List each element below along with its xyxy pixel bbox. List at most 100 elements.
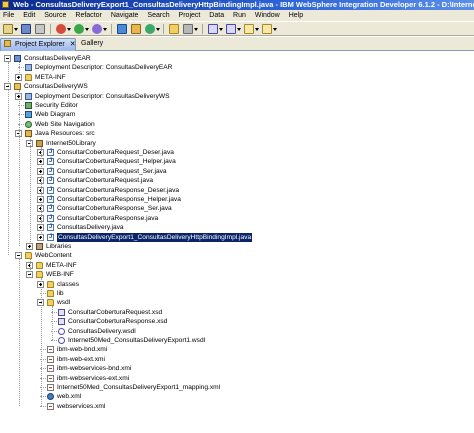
tree-row[interactable]: webservices.xml bbox=[0, 402, 474, 411]
tree-row[interactable]: ibm-web-ext.xmi bbox=[0, 355, 474, 364]
tree-row[interactable]: ConsultarCoberturaResponse_Deser.java bbox=[0, 186, 474, 195]
security-icon bbox=[25, 102, 32, 109]
new-package-icon[interactable] bbox=[130, 24, 141, 34]
annotation-previous-icon[interactable] bbox=[226, 24, 237, 34]
tree-row[interactable]: ConsultasDeliveryWS bbox=[0, 82, 474, 91]
web-xml-icon bbox=[47, 393, 54, 401]
tree-row[interactable]: Deployment Descriptor: ConsultasDelivery… bbox=[0, 63, 474, 72]
tree-row[interactable]: classes bbox=[0, 280, 474, 289]
tree-row[interactable]: ConsultarCoberturaResponse.xsd bbox=[0, 317, 474, 326]
tree-row[interactable]: ConsultasDeliveryEAR bbox=[0, 54, 474, 63]
tree-row[interactable]: Web Site Navigation bbox=[0, 120, 474, 129]
view-tab-strip: Project Explorer ✕ Gallery bbox=[0, 37, 474, 51]
tree-row[interactable]: ConsultasDeliveryExport1_ConsultasDelive… bbox=[0, 231, 474, 243]
tree-row[interactable]: WebContent bbox=[0, 251, 474, 260]
tree-row[interactable]: ConsultarCoberturaResponse.java bbox=[0, 214, 474, 223]
run-icon[interactable] bbox=[73, 24, 84, 34]
tree-guide-line bbox=[18, 90, 20, 246]
forward-dropdown-icon[interactable] bbox=[273, 24, 278, 34]
project-explorer-icon bbox=[4, 40, 11, 47]
tree-row[interactable]: ibm-web-bnd.xmi bbox=[0, 345, 474, 354]
java-file-icon bbox=[47, 167, 54, 176]
folder-icon bbox=[47, 280, 54, 288]
tree-connector bbox=[40, 405, 46, 407]
collapse-icon[interactable] bbox=[4, 55, 11, 62]
tree-row[interactable]: ConsultarCoberturaRequest.java bbox=[0, 176, 474, 185]
tree-guide-line bbox=[7, 90, 9, 256]
project-explorer-tree[interactable]: ConsultasDeliveryEAR Deployment Descripto… bbox=[0, 52, 474, 433]
tab-project-explorer[interactable]: Project Explorer ✕ bbox=[0, 38, 76, 51]
back-icon[interactable] bbox=[244, 24, 255, 34]
tree-row[interactable]: WEB-INF bbox=[0, 270, 474, 279]
tree-row[interactable]: ibm-webservices-ext.xmi bbox=[0, 374, 474, 383]
new-class-dropdown-icon[interactable] bbox=[155, 24, 160, 34]
tree-row[interactable]: ConsultasDelivery.java bbox=[0, 223, 474, 232]
tree-item-label: ConsultarCoberturaResponse_Helper.java bbox=[57, 196, 181, 203]
tree-row[interactable]: META-INF bbox=[0, 73, 474, 82]
tree-row[interactable]: Internet50Med_ConsultasDeliveryExport1.w… bbox=[0, 336, 474, 345]
xml-file-icon bbox=[47, 346, 54, 354]
menu-navigate[interactable]: Navigate bbox=[109, 10, 141, 21]
run-dropdown-icon[interactable] bbox=[84, 24, 89, 34]
open-type-icon[interactable] bbox=[169, 24, 180, 34]
menu-refactor[interactable]: Refactor bbox=[73, 10, 103, 21]
tree-item-label: Deployment Descriptor: ConsultasDelivery… bbox=[35, 92, 170, 100]
new-icon[interactable] bbox=[3, 24, 13, 34]
tree-row[interactable]: ConsultarCoberturaRequest_Deser.java bbox=[0, 148, 474, 157]
tree-row[interactable]: ConsultarCoberturaRequest.xsd bbox=[0, 308, 474, 317]
menu-data[interactable]: Data bbox=[207, 10, 226, 21]
tree-row[interactable]: wsdl bbox=[0, 298, 474, 307]
collapse-icon[interactable] bbox=[15, 252, 22, 260]
menu-help[interactable]: Help bbox=[287, 10, 305, 21]
external-tools-dropdown-icon[interactable] bbox=[102, 24, 107, 34]
annotation-previous-dropdown-icon[interactable] bbox=[237, 24, 242, 34]
menu-edit[interactable]: Edit bbox=[21, 10, 37, 21]
save-icon[interactable] bbox=[20, 24, 31, 34]
tree-row[interactable]: META-INF bbox=[0, 261, 474, 270]
tree-item-label: web.xml bbox=[57, 393, 82, 401]
tree-row[interactable]: Internet50Library bbox=[0, 139, 474, 148]
ear-project-icon bbox=[14, 55, 21, 62]
web-navigation-icon bbox=[25, 120, 32, 128]
new-class-icon[interactable] bbox=[144, 24, 155, 34]
tree-row[interactable]: ConsultarCoberturaResponse_Ser.java bbox=[0, 204, 474, 213]
tree-row[interactable]: web.xml bbox=[0, 392, 474, 401]
search-icon[interactable] bbox=[183, 24, 194, 34]
menu-run[interactable]: Run bbox=[231, 10, 248, 21]
print-icon[interactable] bbox=[34, 24, 45, 34]
forward-icon[interactable] bbox=[262, 24, 273, 34]
tab-gallery[interactable]: Gallery bbox=[78, 38, 112, 51]
annotation-next-dropdown-icon[interactable] bbox=[219, 24, 224, 34]
menu-search[interactable]: Search bbox=[145, 10, 171, 21]
new-server-icon[interactable] bbox=[116, 24, 127, 34]
java-file-icon bbox=[47, 176, 54, 185]
menu-window[interactable]: Window bbox=[253, 10, 282, 21]
debug-dropdown-icon[interactable] bbox=[66, 24, 71, 34]
external-tools-icon[interactable] bbox=[91, 24, 102, 34]
tree-row[interactable]: ConsultarCoberturaRequest_Helper.java bbox=[0, 157, 474, 166]
tree-row[interactable]: Internet50Med_ConsultasDeliveryExport1_m… bbox=[0, 383, 474, 392]
tree-item-label: wsdl bbox=[57, 299, 71, 307]
menu-source[interactable]: Source bbox=[42, 10, 68, 21]
menu-project[interactable]: Project bbox=[177, 10, 203, 21]
tree-connector bbox=[51, 340, 57, 341]
close-icon[interactable]: ✕ bbox=[70, 41, 76, 48]
tree-row[interactable]: Libraries bbox=[0, 242, 474, 251]
annotation-next-icon[interactable] bbox=[208, 24, 219, 34]
tree-row[interactable]: lib bbox=[0, 289, 474, 298]
tree-row[interactable]: Web Diagram bbox=[0, 110, 474, 119]
tree-row[interactable]: ConsultasDelivery.wsdl bbox=[0, 327, 474, 336]
java-resources-icon bbox=[25, 130, 32, 138]
back-dropdown-icon[interactable] bbox=[255, 24, 260, 34]
tree-row[interactable]: Security Editor bbox=[0, 101, 474, 110]
debug-icon[interactable] bbox=[55, 24, 66, 34]
tree-row[interactable]: ibm-webservices-bnd.xmi bbox=[0, 364, 474, 373]
new-dropdown-icon[interactable] bbox=[14, 24, 18, 34]
search-dropdown-icon[interactable] bbox=[194, 24, 199, 34]
web-project-icon bbox=[14, 83, 21, 91]
tree-row[interactable]: ConsultarCoberturaResponse_Helper.java bbox=[0, 195, 474, 204]
menu-file[interactable]: File bbox=[1, 10, 16, 21]
tree-row[interactable]: Deployment Descriptor: ConsultasDelivery… bbox=[0, 92, 474, 101]
tree-row[interactable]: ConsultarCoberturaRequest_Ser.java bbox=[0, 167, 474, 176]
tree-row[interactable]: Java Resources: src bbox=[0, 129, 474, 138]
